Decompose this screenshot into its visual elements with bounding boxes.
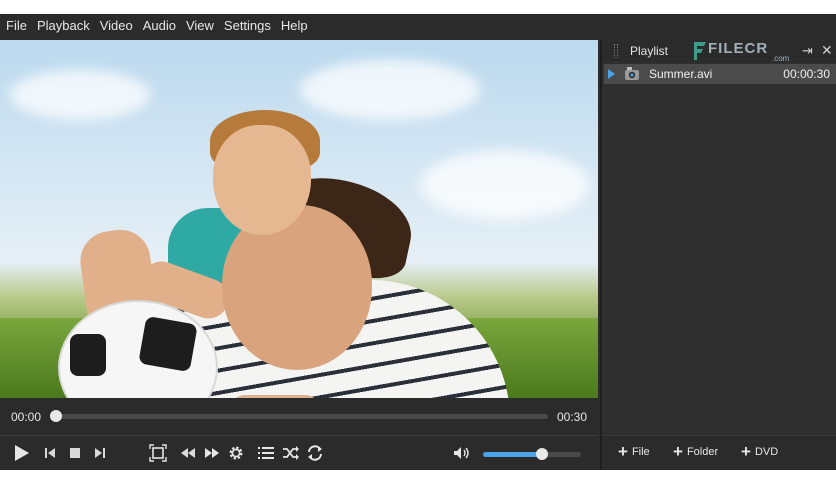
seek-handle[interactable]	[50, 410, 62, 422]
previous-button[interactable]	[37, 440, 63, 466]
watermark-mark-icon	[694, 42, 706, 60]
watermark-subtext: .com	[772, 54, 790, 63]
playlist-footer: + File + Folder + DVD	[602, 435, 836, 470]
settings-button[interactable]	[223, 440, 249, 466]
playlist-button[interactable]	[253, 440, 279, 466]
fullscreen-button[interactable]	[145, 440, 171, 466]
shuffle-icon	[283, 446, 299, 460]
gear-icon	[229, 446, 243, 460]
volume-slider[interactable]	[483, 448, 581, 460]
menu-audio[interactable]: Audio	[143, 14, 176, 38]
fast-forward-button[interactable]	[199, 440, 225, 466]
playlist-title: Playlist	[630, 44, 669, 58]
menu-video[interactable]: Video	[100, 14, 133, 38]
playlist-item-name: Summer.avi	[649, 67, 713, 81]
skip-next-icon	[95, 448, 105, 458]
rewind-button[interactable]	[175, 440, 201, 466]
plus-icon: +	[741, 442, 751, 461]
next-button[interactable]	[87, 440, 113, 466]
menu-help[interactable]: Help	[281, 14, 308, 38]
seek-slider[interactable]	[50, 410, 548, 422]
add-file-button[interactable]: + File	[618, 442, 650, 461]
video-cloud	[300, 60, 480, 120]
video-cloud	[420, 150, 590, 220]
fast-forward-icon	[205, 448, 219, 458]
menu-playback[interactable]: Playback	[37, 14, 90, 38]
close-icon[interactable]: ✕	[821, 42, 833, 59]
stop-icon	[70, 448, 80, 458]
list-icon	[258, 447, 274, 459]
plus-icon: +	[673, 442, 683, 461]
play-icon	[15, 445, 29, 461]
add-file-label: File	[631, 446, 650, 458]
video-boy-face	[213, 125, 311, 235]
play-button[interactable]	[8, 440, 34, 466]
video-cloud	[10, 70, 150, 120]
playlist-header: Playlist FILECR .com ⇥ ✕	[602, 40, 836, 63]
menu-file[interactable]: File	[6, 14, 27, 38]
control-bar	[0, 435, 598, 470]
watermark-text: FILECR	[708, 40, 769, 57]
repeat-icon	[308, 445, 322, 461]
speaker-icon	[454, 447, 469, 459]
playlist-item-duration: 00:00:30	[783, 67, 830, 81]
add-folder-label: Folder	[686, 446, 719, 458]
add-dvd-button[interactable]: + DVD	[741, 442, 779, 461]
add-dvd-label: DVD	[754, 446, 779, 458]
pin-icon[interactable]: ⇥	[802, 43, 813, 59]
playlist-panel: Playlist FILECR .com ⇥ ✕ Summer.avi 00:0…	[600, 40, 836, 470]
menu-bar: File Playback Video Audio View Settings …	[0, 14, 836, 38]
volume-level	[483, 452, 542, 457]
repeat-button[interactable]	[302, 440, 328, 466]
mute-button[interactable]	[449, 440, 475, 466]
shuffle-button[interactable]	[278, 440, 304, 466]
fullscreen-icon	[149, 444, 167, 462]
plus-icon: +	[618, 442, 628, 461]
rewind-icon	[181, 448, 195, 458]
stop-button[interactable]	[62, 440, 88, 466]
volume-handle[interactable]	[535, 448, 548, 460]
playlist-item[interactable]: Summer.avi 00:00:30	[604, 64, 836, 84]
media-player-window: File Playback Video Audio View Settings …	[0, 14, 836, 470]
total-duration: 00:30	[557, 410, 588, 424]
seek-area: 00:00 00:30	[0, 398, 598, 434]
current-time: 00:00	[11, 410, 42, 424]
skip-previous-icon	[45, 448, 55, 458]
menu-settings[interactable]: Settings	[224, 14, 271, 38]
drag-grip[interactable]	[614, 44, 618, 58]
menu-view[interactable]: View	[186, 14, 214, 38]
add-folder-button[interactable]: + Folder	[673, 442, 719, 461]
now-playing-icon	[608, 69, 615, 79]
ball-patch	[138, 315, 198, 373]
ball-patch	[70, 334, 106, 376]
video-file-icon	[625, 67, 639, 80]
video-display[interactable]	[0, 40, 598, 398]
